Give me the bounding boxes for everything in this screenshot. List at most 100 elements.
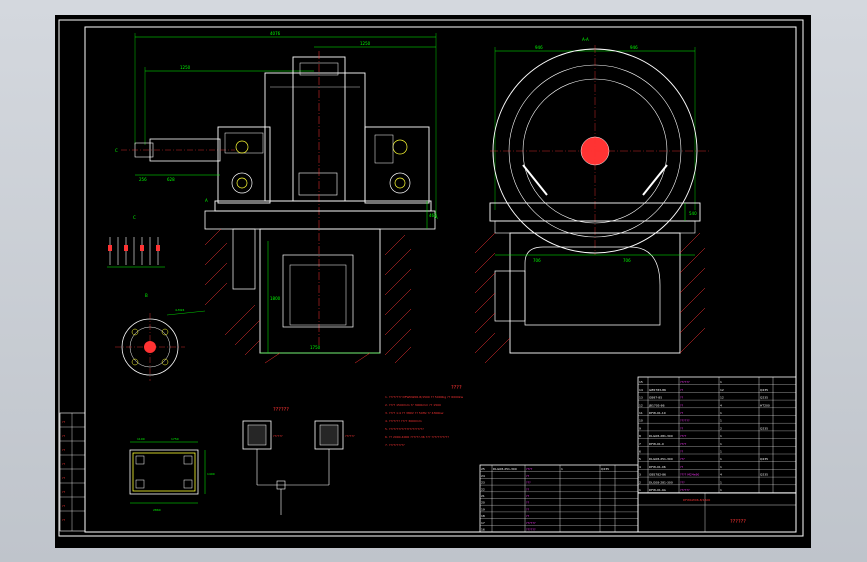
parts-left-cell: ?? — [526, 474, 530, 478]
dim-pit-depth: 1800 — [270, 296, 281, 301]
schematic-left-label: ?????? — [273, 434, 283, 438]
parts-right-cell: ?? — [680, 388, 684, 392]
parts-right-cell: DFW-01-06 — [649, 465, 666, 469]
parts-right-cell: ?????? — [680, 419, 690, 423]
parts-left-cell: ?? — [526, 487, 530, 491]
parts-left-cell: 20 — [481, 501, 485, 505]
parts-list-right: 15?????? 114 GB5783-86?? 12 Q23513 GB97-85?? 1… — [637, 376, 797, 494]
note-line-6: 6. ?? 2000-4000 ??????-36 ??? ??????????… — [385, 435, 449, 439]
strip-cell-1: ?? — [62, 420, 66, 424]
drawing-viewport[interactable]: ?? ?? ?? ?? ?? ?? ?? ?? 4076 1250 1250 C — [55, 15, 811, 548]
front-view: 4076 1250 1250 C A A 256 628 460 1750 18… — [115, 31, 438, 364]
parts-right-cell: 1 — [720, 450, 722, 454]
parts-right-cell: DLG08-251-300 — [649, 457, 673, 461]
parts-right-cell: 10 — [639, 419, 643, 423]
parts-list-left: 25 DLG08-251-300???? 1 Q23524 ??23 ???22 ??21?… — [479, 464, 639, 533]
parts-right-cell: 1 — [720, 465, 722, 469]
parts-right-cell: 2 — [720, 426, 722, 430]
parts-right-cell: ???? M24x90 — [680, 473, 699, 477]
parts-left-cell: 16 — [481, 528, 485, 532]
parts-right-cell: ???? — [680, 442, 687, 446]
parts-left-cell: Q235 — [601, 467, 609, 471]
dim-left-shaft: 1250 — [180, 65, 191, 70]
dim-left-b: 628 — [167, 177, 175, 182]
parts-right-cell: 1 — [720, 457, 722, 461]
parts-right-cell: 13 — [639, 396, 643, 400]
parts-right-cell: 4 — [720, 403, 722, 407]
dim-plan-left: 1100 — [137, 437, 145, 441]
parts-right-cell: ?????? — [680, 488, 690, 492]
parts-right-cell: 12 — [639, 403, 643, 407]
note-line-5: 5. ?????????????????????? — [385, 427, 424, 431]
parts-right-cell: ?????? — [680, 380, 690, 384]
dim-plan-w: 2860 — [153, 508, 161, 512]
parts-right-cell: 5 — [639, 457, 641, 461]
parts-left-cell: ?? — [526, 501, 530, 505]
parts-right-cell: DLG08-281-300 — [649, 434, 673, 438]
note-line-2: 2. ???? 1500mm ?? 3000mm ?? 1500 — [385, 403, 441, 407]
parts-right-cell: 1 — [720, 480, 722, 484]
title-block: DFWbW06-8/1500 ?????? — [637, 492, 797, 533]
schematic-right-label: ?????? — [345, 434, 355, 438]
dim-top-right: 1250 — [360, 41, 371, 46]
parts-right-cell: DFW-01-10 — [649, 411, 666, 415]
parts-right-cell: Q235 — [760, 426, 768, 430]
parts-right-cell: ?? — [680, 426, 684, 430]
parts-left-cell: ???? — [526, 467, 533, 471]
parts-left-cell: 24 — [481, 474, 485, 478]
parts-right-cell: JB1705-86 — [648, 403, 665, 407]
strip-cell-8: ?? — [62, 518, 66, 522]
schematic-title: ?????? — [273, 407, 289, 413]
parts-right-cell: 4 — [720, 473, 722, 477]
cad-drawing-canvas[interactable]: ?? ?? ?? ?? ?? ?? ?? ?? 4076 1250 1250 C — [55, 15, 811, 548]
parts-right-cell: Q235 — [760, 473, 768, 477]
technical-notes: ???? 1. ???????? DFWbW06-8/1500 ?? 5000k… — [385, 385, 464, 447]
detail-b-flange: B 4-M24 — [115, 293, 206, 381]
parts-right-cell: ???? — [680, 434, 687, 438]
parts-left-cell: 1 — [561, 467, 563, 471]
electrical-schematic: ?????? ?????? ?????? — [242, 407, 355, 515]
parts-left-cell: 18 — [481, 514, 485, 518]
parts-right-cell: GB5782-86 — [649, 473, 666, 477]
strip-cell-2: ?? — [62, 434, 66, 438]
parts-right-cell: ?? — [680, 396, 684, 400]
parts-left-cell: 17 — [481, 521, 485, 525]
title-block-title: ?????? — [730, 519, 746, 525]
dim-right-d2: 706 — [623, 258, 631, 263]
dim-left-a: 256 — [139, 177, 147, 182]
dim-plan-h: 1400 — [207, 472, 215, 476]
left-title-strip: ?? ?? ?? ?? ?? ?? ?? ?? — [59, 412, 86, 532]
parts-left-cell: ?? — [526, 514, 530, 518]
plan-view: 1100 1750 2860 1400 — [129, 437, 215, 512]
note-line-3: 3. ???? 1:4 ?? 380V ?? 50Hz ?? 4300kw — [385, 411, 444, 415]
parts-right-cell: 1 — [720, 442, 722, 446]
parts-right-cell: Q235 — [760, 396, 768, 400]
note-line-1: 1. ???????? DFWbW06-8/1500 ?? 5000kg ?? … — [385, 395, 464, 399]
parts-left-cell: DLG08-251-300 — [493, 467, 517, 471]
parts-right-cell: 9 — [639, 426, 641, 430]
parts-right-cell: ?? — [680, 450, 684, 454]
parts-right-cell: ?? — [680, 403, 684, 407]
strip-cell-7: ?? — [62, 504, 66, 508]
dim-pit-width: 1750 — [310, 345, 321, 350]
parts-right-cell: ?? — [680, 465, 684, 469]
parts-right-cell: ?? — [680, 411, 684, 415]
parts-right-cell: 2 — [639, 480, 641, 484]
strip-cell-6: ?? — [62, 490, 66, 494]
parts-right-cell: 1 — [720, 434, 722, 438]
dim-right-a: 946 — [535, 45, 543, 50]
parts-right-cell: 7 — [639, 442, 641, 446]
dim-small-bolt: 4-M24 — [175, 308, 184, 312]
parts-right-cell: 12 — [720, 396, 724, 400]
parts-left-cell: 23 — [481, 481, 485, 485]
strip-cell-4: ?? — [62, 462, 66, 466]
title-block-drawing-no: DFWbW06-8/1500 — [683, 498, 710, 502]
parts-right-cell: 1 — [720, 411, 722, 415]
note-line-4: 4. ??????? ???? 3000mm — [385, 419, 422, 423]
note-line-7: 7. ?????????? — [385, 443, 405, 447]
detail-c-bolts: C — [107, 215, 165, 268]
parts-right-cell: DLG08-281-300 — [649, 480, 673, 484]
parts-right-cell: 3 — [639, 473, 641, 477]
detail-b-label: B — [145, 293, 148, 298]
parts-right-cell: DFW-01-0 — [649, 442, 664, 446]
